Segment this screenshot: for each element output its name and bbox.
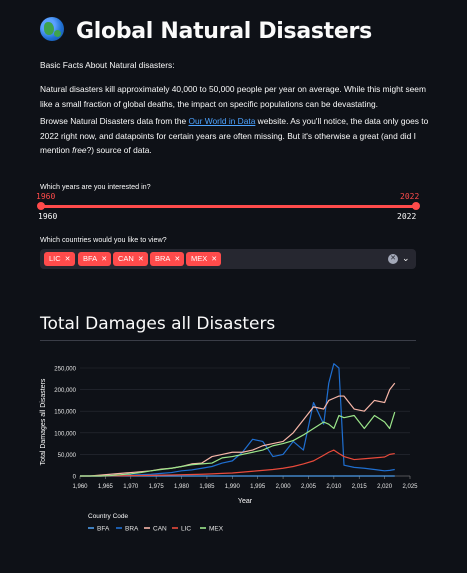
x-tick-label: 1,980 <box>174 484 190 490</box>
countries-select-label: Which countries would you like to view? <box>40 235 167 244</box>
legend-label-bra: BRA <box>125 526 139 533</box>
y-tick-label: 250,000 <box>54 367 76 373</box>
x-tick-label: 2,020 <box>377 484 393 490</box>
x-tick-label: 1,965 <box>98 484 114 490</box>
years-slider-high-thumb[interactable] <box>412 202 420 210</box>
clear-all-icon[interactable]: ✕ <box>388 254 398 264</box>
remove-bra-icon[interactable]: ✕ <box>174 256 180 263</box>
years-slider-max-label: 2022 <box>397 212 417 221</box>
legend-label-bfa: BFA <box>97 526 110 533</box>
chip-lic[interactable]: LIC ✕ <box>44 252 75 266</box>
page-title-text: Global Natural Disasters <box>76 19 372 44</box>
chip-bfa[interactable]: BFA ✕ <box>78 252 112 266</box>
x-tick-label: 1,975 <box>149 484 165 490</box>
y-tick-label: 100,000 <box>54 431 76 437</box>
legend-title: Country Code <box>88 513 128 520</box>
years-slider-high-value: 2022 <box>400 192 420 201</box>
legend-label-lic: LIC <box>181 526 191 533</box>
section-title: Total Damages all Disasters <box>40 314 276 334</box>
x-tick-label: 2,010 <box>326 484 342 490</box>
globe-icon <box>40 17 64 41</box>
y-tick-label: 0 <box>73 475 77 481</box>
legend-label-mex: MEX <box>209 526 224 533</box>
x-tick-label: 1,995 <box>250 484 266 490</box>
intro-heading: Basic Facts About Natural disasters: <box>40 60 175 70</box>
x-tick-label: 1,985 <box>199 484 215 490</box>
remove-can-icon[interactable]: ✕ <box>138 256 144 263</box>
x-tick-label: 2,025 <box>402 484 418 490</box>
app-container: Global Natural Disasters Basic Facts Abo… <box>0 0 467 573</box>
our-world-in-data-link[interactable]: Our World in Data <box>188 116 255 126</box>
chip-mex[interactable]: MEX ✕ <box>186 252 222 266</box>
chevron-down-icon[interactable]: ⌄ <box>402 253 410 264</box>
remove-lic-icon[interactable]: ✕ <box>65 256 71 263</box>
page-title: Global Natural Disasters <box>40 17 372 44</box>
x-tick-label: 2,005 <box>301 484 317 490</box>
y-axis-label: Total Damages all Disasters <box>40 378 47 465</box>
y-tick-label: 150,000 <box>54 410 76 416</box>
intro-paragraph-2: Browse Natural Disasters data from the O… <box>40 116 429 155</box>
chip-bra[interactable]: BRA ✕ <box>150 252 185 266</box>
intro-paragraph-1: Natural disasters kill approximately 40,… <box>40 84 426 109</box>
section-divider <box>40 340 416 341</box>
x-axis-label: Year <box>238 498 253 505</box>
legend-label-can: CAN <box>153 526 167 533</box>
years-slider-track[interactable] <box>40 205 416 208</box>
x-tick-label: 1,960 <box>72 484 88 490</box>
y-tick-label: 200,000 <box>54 388 76 394</box>
x-tick-label: 1,990 <box>225 484 241 490</box>
years-slider-low-thumb[interactable] <box>37 202 45 210</box>
series-line-bra <box>80 363 395 477</box>
countries-multiselect[interactable]: LIC ✕ BFA ✕ CAN ✕ BRA ✕ MEX ✕ ✕ ⌄ <box>40 249 416 269</box>
remove-bfa-icon[interactable]: ✕ <box>101 256 107 263</box>
x-tick-label: 2,000 <box>276 484 292 490</box>
remove-mex-icon[interactable]: ✕ <box>211 256 217 263</box>
x-tick-label: 2,015 <box>352 484 368 490</box>
chip-can[interactable]: CAN ✕ <box>113 252 148 266</box>
years-slider-label: Which years are you interested in? <box>40 182 151 191</box>
series-line-can <box>80 382 396 477</box>
series-line-lic <box>80 449 395 477</box>
years-slider-low-value: 1960 <box>36 192 56 201</box>
x-tick-label: 1,970 <box>123 484 139 490</box>
y-tick-label: 50,000 <box>58 453 77 459</box>
years-slider-min-label: 1960 <box>38 212 58 221</box>
damages-line-chart: 0 50,000 100,000 150,000 200,000 250,000 1,960… <box>40 363 418 533</box>
